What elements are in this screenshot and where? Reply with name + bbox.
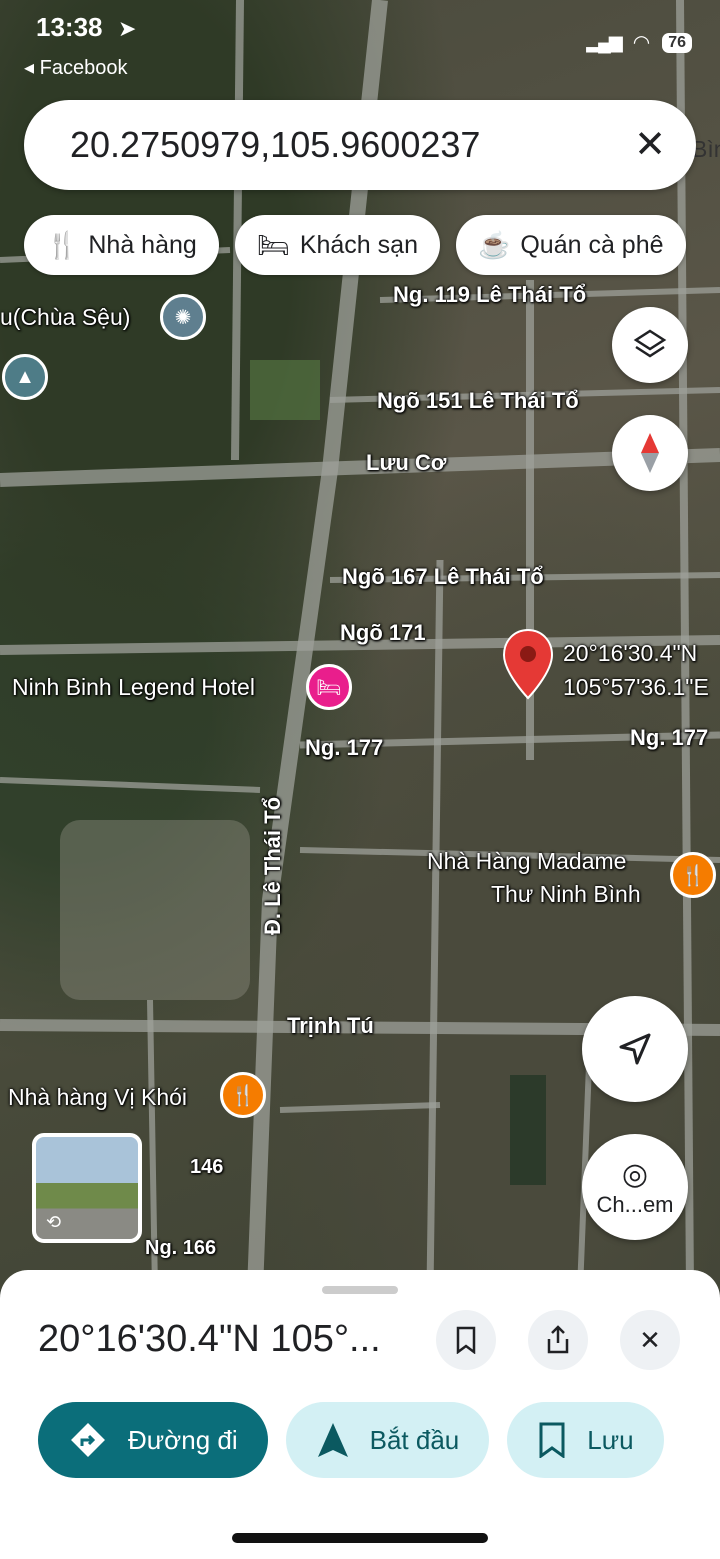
location-arrow-icon: ➤	[118, 16, 137, 41]
street-label: Ng. 177	[630, 725, 709, 750]
poi-label-restaurant: Thư Ninh Bình	[491, 881, 641, 907]
bookmark-icon	[539, 1422, 565, 1458]
restaurant-icon[interactable]: 🍴	[220, 1072, 266, 1118]
pin-longitude: 105°57'36.1"E	[563, 674, 709, 700]
coffee-cup-icon: ☕	[477, 229, 511, 260]
street-label: Ngõ 171	[340, 620, 426, 645]
fork-knife-icon: 🍴	[46, 229, 79, 260]
search-bar[interactable]: 20.2750979,105.9600237 ✕	[24, 100, 696, 190]
back-to-app[interactable]: ◂ Facebook	[24, 55, 127, 80]
street-label: Ngõ 167 Lê Thái Tổ	[342, 564, 544, 589]
wifi-icon: ◠	[632, 32, 651, 54]
save-place-button[interactable]: Lưu	[507, 1402, 664, 1478]
hotel-bed-icon[interactable]: 🛏	[306, 664, 352, 710]
bookmark-icon	[456, 1326, 476, 1354]
street-label: Lưu Cơ	[366, 450, 447, 475]
drag-handle[interactable]	[322, 1286, 398, 1294]
battery-icon: 76	[662, 32, 692, 53]
start-label: Bắt đầu	[369, 1424, 460, 1455]
category-chips: 🍴 Nhà hàng 🛏 Khách sạn ☕ Quán cà phê	[24, 215, 686, 275]
street-label: 146	[190, 1156, 224, 1178]
street-label: Bìn	[692, 136, 720, 162]
bed-icon: 🛏	[256, 229, 290, 260]
start-button[interactable]: Bắt đầu	[285, 1402, 490, 1478]
poi-label-hotel: Ninh Binh Legend Hotel	[12, 674, 255, 700]
signal-icon: ▂▄▆	[586, 32, 622, 52]
share-button[interactable]	[528, 1310, 588, 1370]
system-icons: ▂▄▆ ◠ 76	[586, 30, 692, 55]
chip-restaurants[interactable]: 🍴 Nhà hàng	[24, 215, 219, 275]
save-button[interactable]	[436, 1310, 496, 1370]
layers-button[interactable]	[612, 307, 688, 383]
close-button[interactable]: ✕	[620, 1310, 680, 1370]
poi-label-restaurant: Nhà Hàng Madame	[427, 848, 627, 874]
my-location-button[interactable]	[582, 996, 688, 1102]
chip-hotels[interactable]: 🛏 Khách sạn	[234, 215, 440, 275]
temple-icon[interactable]: ✺	[160, 294, 206, 340]
chip-label: Quán cà phê	[520, 230, 664, 259]
street-label: Ng. 166	[145, 1237, 217, 1259]
close-icon[interactable]: ✕	[634, 122, 666, 167]
street-label: Ng. 119 Lê Thái Tổ	[393, 282, 587, 307]
directions-label: Đường đi	[128, 1424, 238, 1455]
sports-field	[510, 1075, 546, 1185]
camera-icon: ◎	[621, 1157, 649, 1191]
chip-label: Khách sạn	[299, 230, 418, 259]
street-label: Ng. 177	[305, 735, 384, 760]
location-pin-icon[interactable]	[502, 628, 554, 700]
street-label: Đ. Lê Thái Tổ	[260, 796, 285, 935]
status-time: 13:38	[36, 12, 103, 42]
chip-cafes[interactable]: ☕ Quán cà phê	[455, 215, 686, 275]
home-indicator	[232, 1533, 488, 1543]
compass-icon	[641, 433, 659, 473]
close-icon: ✕	[639, 1324, 661, 1355]
layers-icon	[633, 329, 667, 358]
restaurant-icon[interactable]: 🍴	[670, 852, 716, 898]
back-app-label: Facebook	[39, 57, 128, 79]
navigation-arrow-icon	[619, 1033, 651, 1065]
place-title: 20°16'30.4"N 105°...	[38, 1318, 381, 1360]
action-buttons: Đường đi Bắt đầu Lưu	[38, 1402, 664, 1478]
compass-button[interactable]	[612, 415, 688, 491]
street-view-thumbnail[interactable]: ⟲	[32, 1133, 142, 1243]
park-icon[interactable]: ▲	[2, 354, 48, 400]
lens-search-button[interactable]: ◎ Ch...em	[582, 1134, 688, 1240]
search-query[interactable]: 20.2750979,105.9600237	[70, 124, 480, 166]
directions-icon	[71, 1423, 105, 1457]
lens-button-label: Ch...em	[596, 1191, 674, 1217]
navigation-arrow-icon	[317, 1423, 348, 1457]
rotate-360-icon: ⟲	[46, 1212, 62, 1232]
directions-button[interactable]: Đường đi	[38, 1402, 268, 1478]
chip-label: Nhà hàng	[88, 230, 197, 259]
street-label: Ngõ 151 Lê Thái Tổ	[377, 388, 579, 413]
poi-label-pagoda: u(Chùa Sệu)	[0, 304, 131, 330]
street-label: Trịnh Tú	[287, 1013, 374, 1038]
pin-latitude: 20°16'30.4"N	[563, 640, 698, 666]
share-icon	[547, 1325, 569, 1354]
save-label: Lưu	[587, 1424, 634, 1455]
poi-label-restaurant: Nhà hàng Vị Khói	[8, 1084, 188, 1110]
place-bottom-sheet[interactable]: 20°16'30.4"N 105°... ✕ Đường đi Bắt đầu	[0, 1270, 720, 1559]
